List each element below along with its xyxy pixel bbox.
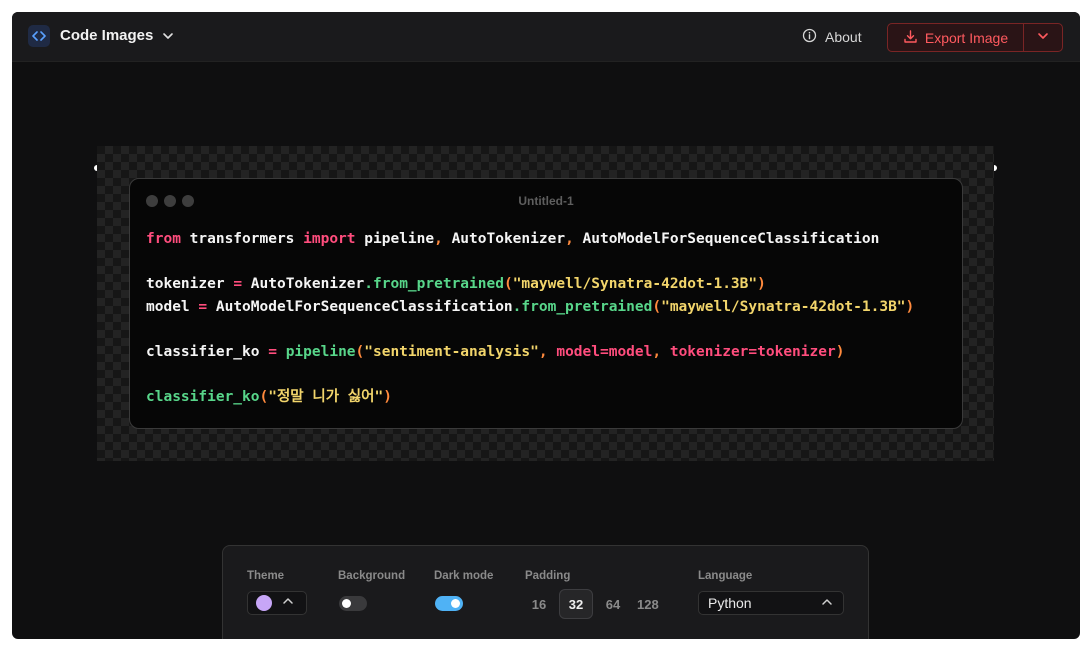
export-image-label: Export Image (924, 29, 1009, 46)
export-options-button[interactable] (1024, 24, 1062, 51)
code-token: "sentiment-analysis" (364, 343, 539, 360)
code-line: from transformers import pipeline, AutoT… (146, 228, 914, 251)
code-token: ) (757, 276, 766, 292)
code-token: "maywell/Synatra-42dot-1.3B" (512, 276, 758, 292)
theme-select[interactable] (247, 591, 307, 615)
padding-label: Padding (525, 570, 571, 582)
code-token: ( (652, 298, 662, 315)
padding-option-128[interactable]: 128 (633, 589, 663, 619)
code-token: classifier_ko (146, 343, 269, 360)
code-token: pipeline (285, 343, 356, 360)
top-bar: Code Images About Export Image (12, 12, 1080, 62)
file-title[interactable]: Untitled-1 (130, 194, 962, 208)
about-button[interactable]: About (802, 26, 862, 48)
theme-label: Theme (247, 570, 285, 582)
theme-swatch (256, 595, 272, 611)
code-token: , (434, 231, 443, 247)
code-token: tokenizer=tokenizer (661, 343, 836, 360)
info-icon (802, 28, 817, 46)
code-token: ( (355, 343, 365, 360)
code-token: AutoTokenizer (242, 276, 365, 292)
language-value: Python (708, 595, 752, 611)
download-icon (903, 29, 918, 47)
dark-mode-label: Dark mode (434, 570, 494, 582)
code-token: = (233, 276, 243, 292)
code-line: tokenizer = AutoTokenizer.from_pretraine… (146, 273, 914, 296)
code-token: tokenizer (146, 276, 234, 292)
code-token: ) (383, 388, 392, 405)
code-token: AutoModelForSequenceClassification (207, 298, 513, 315)
code-token: pipeline (355, 231, 435, 247)
toggle-knob (342, 599, 351, 608)
app-title[interactable]: Code Images (60, 27, 153, 44)
chevron-up-icon (821, 595, 833, 611)
code-editor[interactable]: from transformers import pipeline, AutoT… (146, 228, 914, 408)
chevron-up-icon (282, 594, 294, 612)
code-token: , (565, 231, 574, 247)
code-token: , (652, 343, 662, 360)
code-token: import (303, 231, 356, 247)
code-token: AutoModelForSequenceClassification (573, 231, 880, 247)
code-line: classifier_ko("정말 니가 싫어") (146, 386, 914, 409)
dark-mode-toggle[interactable] (435, 596, 463, 611)
code-window: Untitled-1 from transformers import pipe… (129, 178, 963, 429)
about-label: About (825, 29, 862, 45)
language-select[interactable]: Python (698, 591, 844, 615)
code-token: model (146, 298, 199, 315)
code-token: , (538, 343, 548, 360)
code-token: . (364, 276, 373, 292)
code-token: classifier_ko (146, 388, 260, 405)
padding-option-16[interactable]: 16 (525, 589, 553, 619)
code-token: "maywell/Synatra-42dot-1.3B" (661, 298, 906, 315)
code-token: from_pretrained (373, 276, 504, 292)
code-token: ) (905, 298, 915, 315)
code-token: from (146, 231, 181, 247)
code-line: model = AutoModelForSequenceClassificati… (146, 296, 914, 319)
padding-options: 16 32 64 128 (525, 589, 663, 619)
language-label: Language (698, 570, 753, 582)
code-token: = (268, 343, 277, 360)
app-logo-icon[interactable] (28, 25, 50, 47)
code-token: ) (835, 343, 845, 360)
code-token: model=model (547, 343, 653, 360)
code-token: = (198, 298, 208, 315)
toggle-knob (451, 599, 460, 608)
code-token: ( (503, 276, 513, 292)
chevron-down-icon (1037, 29, 1049, 47)
app-window: Code Images About Export Image Untitled-… (12, 12, 1080, 639)
export-button-group: Export Image (887, 23, 1063, 52)
chevron-down-icon[interactable] (162, 29, 174, 47)
code-token: AutoTokenizer (442, 231, 566, 247)
background-label: Background (338, 570, 406, 582)
image-canvas: Untitled-1 from transformers import pipe… (97, 146, 994, 461)
code-token: transformers (180, 231, 304, 247)
code-token: ( (259, 388, 269, 405)
export-image-button[interactable]: Export Image (888, 24, 1024, 51)
code-token: "정말 니가 싫어" (268, 388, 384, 405)
background-toggle[interactable] (339, 596, 367, 611)
padding-option-64[interactable]: 64 (599, 589, 627, 619)
settings-toolbar: Theme Background Dark mode Padding 16 32 6… (222, 545, 869, 639)
code-token: from_pretrained (521, 298, 653, 315)
padding-option-32[interactable]: 32 (559, 589, 593, 619)
code-line: classifier_ko = pipeline("sentiment-anal… (146, 341, 914, 364)
